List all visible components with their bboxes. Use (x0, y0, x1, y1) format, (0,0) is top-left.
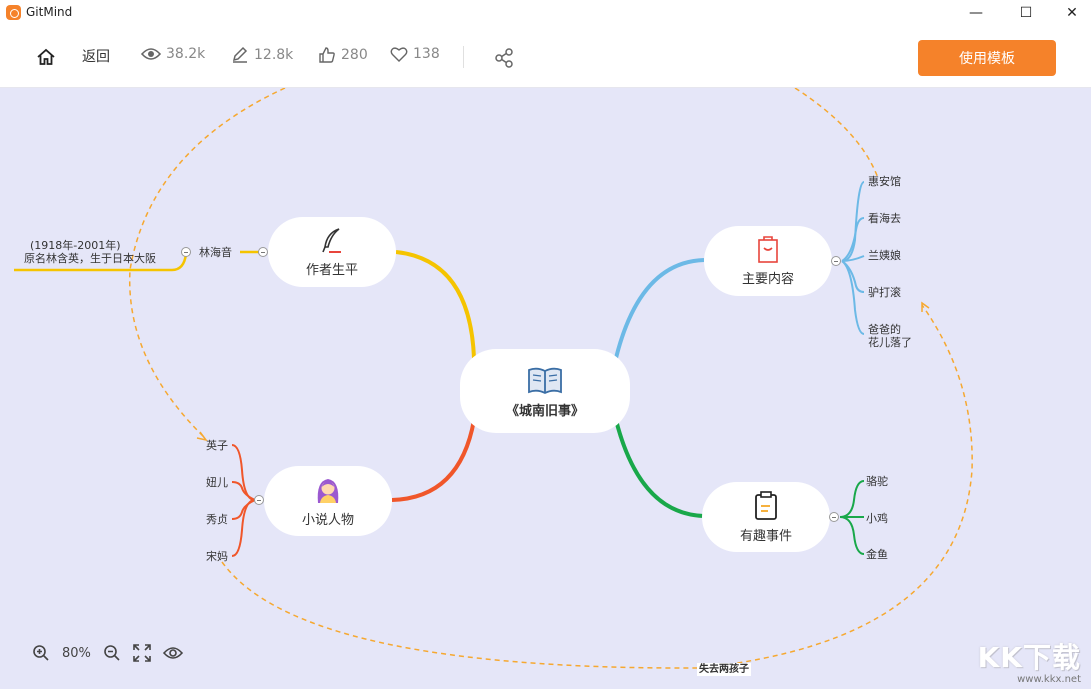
zoom-level: 80% (62, 645, 91, 661)
close-button[interactable]: ✕ (1049, 0, 1091, 26)
zoom-controls: 80% (32, 644, 183, 662)
content-collapse-toggle[interactable] (831, 256, 841, 266)
quill-icon (322, 227, 341, 253)
author-collapse-toggle[interactable] (258, 247, 268, 257)
gitmind-logo-icon (6, 5, 21, 20)
girl-avatar-icon (317, 478, 339, 503)
eye-icon (141, 48, 161, 60)
branch-events (614, 419, 705, 518)
minimize-button[interactable]: — (953, 0, 999, 26)
branch-characters (391, 419, 476, 502)
events-node-label: 有趣事件 (739, 528, 792, 544)
share-icon (495, 48, 513, 68)
content-item-3[interactable]: 兰姨娘 (868, 249, 901, 262)
content-node[interactable]: 主要内容 (704, 226, 832, 296)
author-node[interactable]: 作者生平 (268, 217, 396, 287)
share-button[interactable] (494, 48, 514, 68)
toolbar: 返回 38.2k 12.8k 280 138 使用模板 (0, 26, 1091, 88)
preview-eye-icon[interactable] (162, 646, 183, 660)
favorites-stat[interactable]: 138 (390, 46, 440, 62)
home-icon (37, 48, 55, 65)
content-node-label: 主要内容 (741, 271, 794, 287)
heart-icon (390, 47, 408, 62)
edit-icon (232, 46, 248, 63)
event-2[interactable]: 小鸡 (866, 512, 888, 525)
thumbs-up-icon (319, 47, 335, 63)
use-template-button[interactable]: 使用模板 (918, 40, 1056, 76)
fit-screen-icon[interactable] (133, 644, 151, 662)
branch-content (614, 258, 705, 359)
app-title: GitMind (26, 5, 73, 19)
center-node[interactable]: 《城南旧事》 (460, 349, 630, 433)
event-1[interactable]: 骆驼 (866, 475, 888, 488)
author-node-label: 作者生平 (305, 262, 358, 278)
character-1[interactable]: 英子 (206, 439, 228, 452)
events-node[interactable]: 有趣事件 (702, 482, 830, 552)
character-3[interactable]: 秀贞 (206, 513, 228, 526)
toolbar-divider (463, 46, 464, 68)
back-button[interactable]: 返回 (82, 46, 110, 66)
likes-stat[interactable]: 280 (318, 46, 368, 64)
views-count: 38.2k (166, 46, 206, 62)
clipboard-icon (755, 490, 777, 520)
content-item-4[interactable]: 驴打滚 (868, 286, 901, 299)
title-bar: GitMind — ☐ ✕ (0, 0, 1091, 26)
character-2[interactable]: 妞儿 (206, 476, 228, 489)
views-stat: 38.2k (141, 46, 205, 62)
maximize-button[interactable]: ☐ (1003, 0, 1049, 26)
events-collapse-toggle[interactable] (829, 512, 839, 522)
author-name-collapse-toggle[interactable] (181, 247, 191, 257)
event-3[interactable]: 金鱼 (866, 548, 888, 561)
edits-count: 12.8k (254, 47, 294, 63)
character-4[interactable]: 宋妈 (206, 550, 228, 563)
content-item-5-line2[interactable]: 花儿落了 (868, 336, 912, 349)
characters-node-label: 小说人物 (301, 512, 354, 528)
zoom-out-icon[interactable] (103, 644, 121, 662)
back-label: 返回 (82, 49, 110, 65)
author-name[interactable]: 林海音 (199, 246, 232, 259)
likes-count: 280 (341, 47, 368, 63)
content-item-1[interactable]: 惠安馆 (868, 175, 901, 188)
center-node-label: 《城南旧事》 (505, 403, 584, 419)
characters-node[interactable]: 小说人物 (264, 466, 392, 536)
zoom-in-icon[interactable] (32, 644, 50, 662)
author-detail-line2[interactable]: 原名林含英，生于日本大阪 (24, 252, 156, 265)
book-icon (528, 367, 562, 394)
favorites-count: 138 (413, 46, 440, 62)
bag-icon (758, 235, 778, 263)
content-item-2[interactable]: 看海去 (868, 212, 901, 225)
edits-stat: 12.8k (231, 46, 293, 64)
content-item-5-line1[interactable]: 爸爸的 (868, 323, 901, 336)
relation-label[interactable]: 失去两孩子 (697, 663, 751, 676)
home-button[interactable] (36, 47, 56, 67)
watermark: KK下载 www.kkx.net (978, 636, 1081, 685)
mindmap-canvas[interactable]: 《城南旧事》 作者生平 林海音 (1918年-2001年) 原名林含英，生于日本… (0, 88, 1091, 689)
characters-collapse-toggle[interactable] (254, 495, 264, 505)
branch-author (395, 250, 476, 359)
relation-line-right (794, 88, 879, 179)
author-detail-line1[interactable]: (1918年-2001年) (30, 239, 121, 252)
watermark-logo: KK下载 (977, 641, 1081, 674)
